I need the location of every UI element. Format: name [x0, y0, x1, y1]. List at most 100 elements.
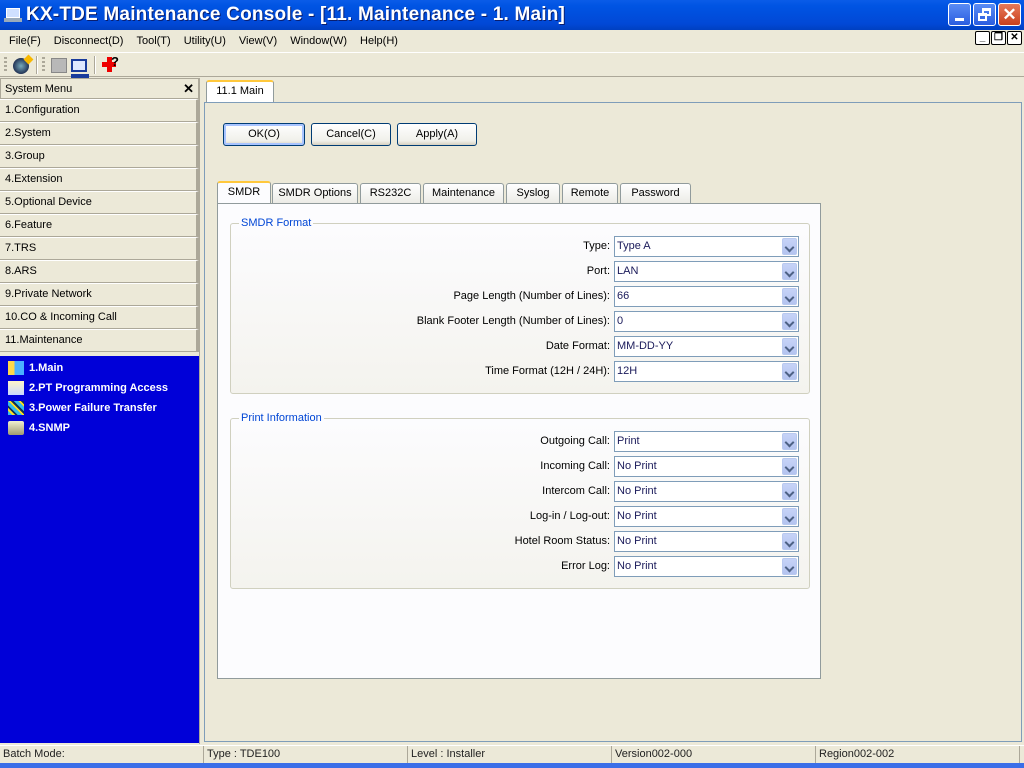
restore-button[interactable]	[973, 3, 996, 26]
smdr-tab-panel: SMDR Format Type: Type A Port: LAN Page …	[217, 203, 821, 679]
status-bar: Batch Mode: Type : TDE100 Level : Instal…	[0, 745, 1024, 763]
menu-disconnect[interactable]: Disconnect(D)	[49, 35, 132, 47]
mdi-restore-button[interactable]: ❐	[991, 31, 1006, 45]
ok-button[interactable]: OK(O)	[223, 123, 305, 146]
field-label: Page Length (Number of Lines):	[453, 290, 610, 302]
type-select[interactable]: Type A	[614, 235, 799, 257]
chevron-down-icon[interactable]	[782, 432, 797, 450]
select-value: 66	[617, 289, 630, 302]
chevron-down-icon[interactable]	[782, 312, 797, 330]
minimize-button[interactable]	[948, 3, 971, 26]
field-blank-footer-length: Blank Footer Length (Number of Lines): 0	[417, 310, 799, 332]
status-type: Type : TDE100	[204, 746, 408, 763]
sidebar-item-private-network[interactable]: 9.Private Network	[0, 283, 199, 306]
submenu-item-main[interactable]: 1.Main	[0, 358, 199, 378]
blank-footer-length-select[interactable]: 0	[614, 310, 799, 332]
chevron-down-icon[interactable]	[782, 337, 797, 355]
connect-icon[interactable]	[13, 57, 29, 74]
sidebar-item-co-incoming-call[interactable]: 10.CO & Incoming Call	[0, 306, 199, 329]
submenu-item-power-failure-transfer[interactable]: 3.Power Failure Transfer	[0, 398, 199, 418]
sidebar-item-system[interactable]: 2.System	[0, 122, 199, 145]
status-version: Version002-000	[612, 746, 816, 763]
help-icon[interactable]: ?	[102, 54, 120, 74]
restore-icon-front	[978, 13, 987, 21]
field-label: Outgoing Call:	[540, 435, 610, 447]
chevron-down-icon[interactable]	[782, 507, 797, 525]
close-icon[interactable]: ✕	[183, 81, 194, 97]
menu-tool[interactable]: Tool(T)	[131, 35, 178, 47]
chevron-down-icon[interactable]	[782, 557, 797, 575]
chevron-down-icon[interactable]	[782, 532, 797, 550]
folder-icon	[8, 421, 24, 435]
menu-utility[interactable]: Utility(U)	[179, 35, 234, 47]
sidebar-item-feature[interactable]: 6.Feature	[0, 214, 199, 237]
menu-window[interactable]: Window(W)	[285, 35, 355, 47]
document-tab-main[interactable]: 11.1 Main	[206, 80, 274, 102]
tab-remote[interactable]: Remote	[562, 183, 618, 203]
document-panel: OK(O) Cancel(C) Apply(A) SMDR SMDR Optio…	[204, 102, 1022, 742]
apply-button[interactable]: Apply(A)	[397, 123, 477, 146]
status-level: Level : Installer	[408, 746, 612, 763]
incoming-call-select[interactable]: No Print	[614, 455, 799, 477]
field-error-log: Error Log: No Print	[561, 555, 799, 577]
document-icon[interactable]	[51, 58, 67, 73]
tab-syslog[interactable]: Syslog	[506, 183, 560, 203]
sidebar-item-extension[interactable]: 4.Extension	[0, 168, 199, 191]
date-format-select[interactable]: MM-DD-YY	[614, 335, 799, 357]
sidebar-item-configuration[interactable]: 1.Configuration	[0, 99, 199, 122]
field-label: Port:	[586, 265, 610, 277]
sidebar-item-trs[interactable]: 7.TRS	[0, 237, 199, 260]
menu-view[interactable]: View(V)	[234, 35, 285, 47]
cancel-button[interactable]: Cancel(C)	[311, 123, 391, 146]
computer-icon[interactable]	[71, 58, 89, 78]
sidebar-item-ars[interactable]: 8.ARS	[0, 260, 199, 283]
menu-file[interactable]: File(F)	[4, 35, 49, 47]
toolbar-grip[interactable]	[4, 56, 7, 73]
chevron-down-icon[interactable]	[782, 482, 797, 500]
tab-maintenance[interactable]: Maintenance	[423, 183, 504, 203]
sidebar-item-optional-device[interactable]: 5.Optional Device	[0, 191, 199, 214]
field-intercom-call: Intercom Call: No Print	[542, 480, 799, 502]
submenu-item-snmp[interactable]: 4.SNMP	[0, 418, 199, 438]
smdr-format-group: SMDR Format Type: Type A Port: LAN Page …	[230, 217, 810, 394]
close-icon: ✕	[1002, 5, 1017, 24]
intercom-call-select[interactable]: No Print	[614, 480, 799, 502]
power-failure-icon	[8, 401, 24, 415]
content-area: 11.1 Main OK(O) Cancel(C) Apply(A) SMDR …	[204, 78, 1024, 744]
hotel-room-status-select[interactable]: No Print	[614, 530, 799, 552]
mdi-close-button[interactable]: ✕	[1007, 31, 1022, 45]
port-select[interactable]: LAN	[614, 260, 799, 282]
tab-smdr-options[interactable]: SMDR Options	[272, 183, 358, 203]
tab-password[interactable]: Password	[620, 183, 691, 203]
chevron-down-icon[interactable]	[782, 457, 797, 475]
select-value: 12H	[617, 364, 638, 377]
field-page-length: Page Length (Number of Lines): 66	[453, 285, 799, 307]
select-value: Type A	[617, 239, 651, 252]
chevron-down-icon[interactable]	[782, 287, 797, 305]
chevron-down-icon[interactable]	[782, 237, 797, 255]
menu-help[interactable]: Help(H)	[355, 35, 406, 47]
minimize-icon	[955, 18, 964, 21]
sidebar-item-group[interactable]: 3.Group	[0, 145, 199, 168]
submenu-item-pt-programming-access[interactable]: 2.PT Programming Access	[0, 378, 199, 398]
tab-rs232c[interactable]: RS232C	[360, 183, 421, 203]
mdi-minimize-button[interactable]: _	[975, 31, 990, 45]
status-batch-mode: Batch Mode:	[0, 746, 204, 763]
outgoing-call-select[interactable]: Print	[614, 430, 799, 452]
page-length-select[interactable]: 66	[614, 285, 799, 307]
sidebar-item-maintenance[interactable]: 11.Maintenance	[0, 329, 199, 352]
tab-smdr[interactable]: SMDR	[217, 181, 271, 203]
settings-tabs: SMDR SMDR Options RS232C Maintenance Sys…	[217, 181, 693, 203]
select-value: MM-DD-YY	[617, 339, 674, 352]
chevron-down-icon[interactable]	[782, 262, 797, 280]
error-log-select[interactable]: No Print	[614, 555, 799, 577]
chevron-down-icon[interactable]	[782, 362, 797, 380]
time-format-select[interactable]: 12H	[614, 360, 799, 382]
select-value: LAN	[617, 264, 639, 277]
field-login-logout: Log-in / Log-out: No Print	[530, 505, 799, 527]
toolbar-grip[interactable]	[42, 56, 45, 73]
system-menu-title: System Menu	[5, 82, 73, 95]
login-logout-select[interactable]: No Print	[614, 505, 799, 527]
smdr-format-title: SMDR Format	[239, 217, 314, 229]
close-button[interactable]: ✕	[998, 3, 1021, 26]
